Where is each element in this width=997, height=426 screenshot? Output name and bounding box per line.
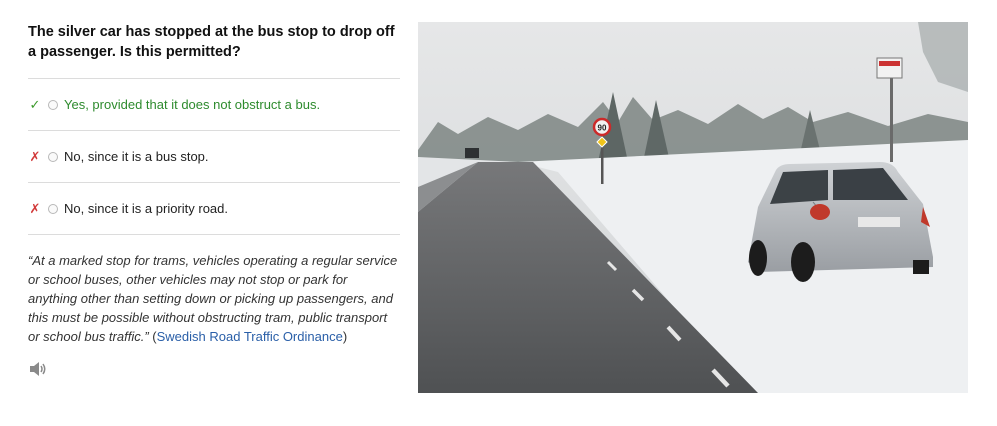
answer-option-3[interactable]: ✗ No, since it is a priority road. (28, 183, 400, 235)
question-panel: The silver car has stopped at the bus st… (28, 22, 400, 378)
radio-button[interactable] (48, 99, 58, 110)
cross-icon: ✗ (29, 200, 41, 216)
speaker-icon[interactable] (28, 360, 48, 378)
answer-label: No, since it is a priority road. (64, 201, 229, 216)
answer-option-2[interactable]: ✗ No, since it is a bus stop. (28, 131, 400, 183)
check-icon: ✓ (29, 96, 41, 112)
radio-button[interactable] (48, 151, 58, 162)
cross-icon: ✗ (29, 148, 41, 164)
answer-label: No, since it is a bus stop. (64, 149, 209, 164)
source-open-paren: ( (148, 329, 157, 344)
question-text: The silver car has stopped at the bus st… (28, 24, 395, 60)
explanation-text: “At a marked stop for trams, vehicles op… (28, 251, 400, 346)
source-close-paren: ) (342, 329, 348, 344)
answer-option-1[interactable]: ✓ Yes, provided that it does not obstruc… (28, 79, 400, 131)
speed-sign-label: 90 (598, 124, 607, 133)
source-link[interactable]: Swedish Road Traffic Ordinance (157, 329, 343, 344)
answer-list: ✓ Yes, provided that it does not obstruc… (28, 78, 400, 235)
radio-button[interactable] (48, 203, 58, 214)
road-photo: 90 (418, 22, 968, 393)
answer-label: Yes, provided that it does not obstruct … (64, 97, 321, 112)
